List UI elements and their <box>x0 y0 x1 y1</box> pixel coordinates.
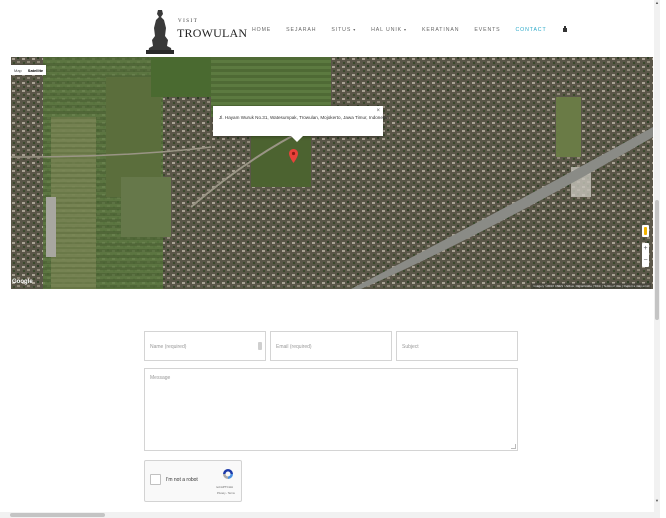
map-type-satellite-button[interactable]: Satellite <box>25 65 46 75</box>
map-attribution[interactable]: Imagery ©2016 CNES / Airbus, DigitalGlob… <box>531 283 651 289</box>
nav-hal-unik-label: HAL UNIK <box>371 26 403 33</box>
horizontal-scroll-thumb[interactable] <box>10 513 105 517</box>
vertical-scrollbar[interactable]: ▲ ▼ <box>654 0 660 518</box>
map-pin-icon[interactable] <box>289 149 298 163</box>
close-icon[interactable]: × <box>376 108 380 114</box>
shopping-bag-icon[interactable] <box>562 26 568 33</box>
name-field[interactable]: Name (required) <box>144 331 266 361</box>
nav-events-label: EVENTS <box>474 26 501 33</box>
zoom-out-button[interactable]: − <box>642 255 649 267</box>
zoom-in-button[interactable]: + <box>642 243 649 255</box>
map-type-map-button[interactable]: Map <box>11 65 25 75</box>
logo-tagline: VISIT <box>178 19 199 24</box>
message-placeholder: Message <box>150 375 171 381</box>
street-view-pegman-icon[interactable] <box>642 225 649 237</box>
message-textarea[interactable]: Message <box>144 368 518 451</box>
logo-title: TROWULAN <box>177 26 248 40</box>
main-navigation: HOME SEJARAH SITUS ▾ HAL UNIK ▾ KERATINAN … <box>252 26 568 33</box>
name-placeholder: Name (required) <box>150 344 187 350</box>
map-info-window: Jl. Hayam Wuruk No.31, Watesumpak, Trowu… <box>213 106 389 142</box>
site-header: VISIT TROWULAN HOME SEJARAH SITUS ▾ HAL U… <box>0 0 666 57</box>
nav-contact-label: CONTACT <box>515 26 547 33</box>
nav-hal-unik[interactable]: HAL UNIK ▾ <box>371 27 407 33</box>
chevron-down-icon: ▾ <box>404 26 407 32</box>
recaptcha-logo-icon <box>223 469 233 479</box>
chevron-down-icon: ▾ <box>353 26 357 32</box>
nav-events[interactable]: EVENTS <box>474 27 500 33</box>
nav-situs-label: SITUS <box>331 26 352 33</box>
subject-field[interactable]: Subject <box>396 331 518 361</box>
statue-logo-icon <box>146 10 174 54</box>
nav-home[interactable]: HOME <box>252 27 271 33</box>
info-window-tail <box>291 136 303 142</box>
nav-sejarah[interactable]: SEJARAH <box>286 27 316 33</box>
email-field[interactable]: Email (required) <box>270 331 392 361</box>
site-logo[interactable]: VISIT TROWULAN <box>143 8 247 54</box>
recaptcha-widget: I'm not a robot reCAPTCHA Privacy - Term… <box>144 460 242 502</box>
satellite-imagery <box>11 57 653 289</box>
scroll-up-arrow-icon[interactable]: ▲ <box>655 0 659 5</box>
recaptcha-brand: reCAPTCHA <box>216 485 234 489</box>
resize-handle-icon[interactable] <box>511 444 516 449</box>
nav-keratinan[interactable]: KERATINAN <box>422 27 459 33</box>
satellite-map[interactable]: Map Satellite Jl. Hayam Wuruk No.31, Wat… <box>11 57 653 289</box>
nav-home-label: HOME <box>252 26 272 33</box>
address-text: Jl. Hayam Wuruk No.31, Watesumpak, Trowu… <box>219 115 389 120</box>
email-placeholder: Email (required) <box>276 344 312 350</box>
nav-keratinan-label: KERATINAN <box>421 26 460 33</box>
map-type-control: Map Satellite <box>11 65 47 75</box>
recaptcha-checkbox[interactable] <box>150 474 161 485</box>
horizontal-scrollbar[interactable] <box>0 512 654 518</box>
nav-situs[interactable]: SITUS ▾ <box>331 27 356 33</box>
subject-placeholder: Subject <box>402 344 419 350</box>
google-logo: Google <box>12 279 33 285</box>
scroll-down-arrow-icon[interactable]: ▼ <box>655 498 659 503</box>
password-manager-icon[interactable] <box>258 342 262 350</box>
recaptcha-terms-link[interactable]: Privacy - Terms <box>217 492 235 495</box>
zoom-control: + − <box>642 243 649 267</box>
nav-contact[interactable]: CONTACT <box>516 27 547 33</box>
scroll-thumb[interactable] <box>655 200 659 320</box>
nav-sejarah-label: SEJARAH <box>286 26 317 33</box>
recaptcha-label: I'm not a robot <box>166 477 198 483</box>
